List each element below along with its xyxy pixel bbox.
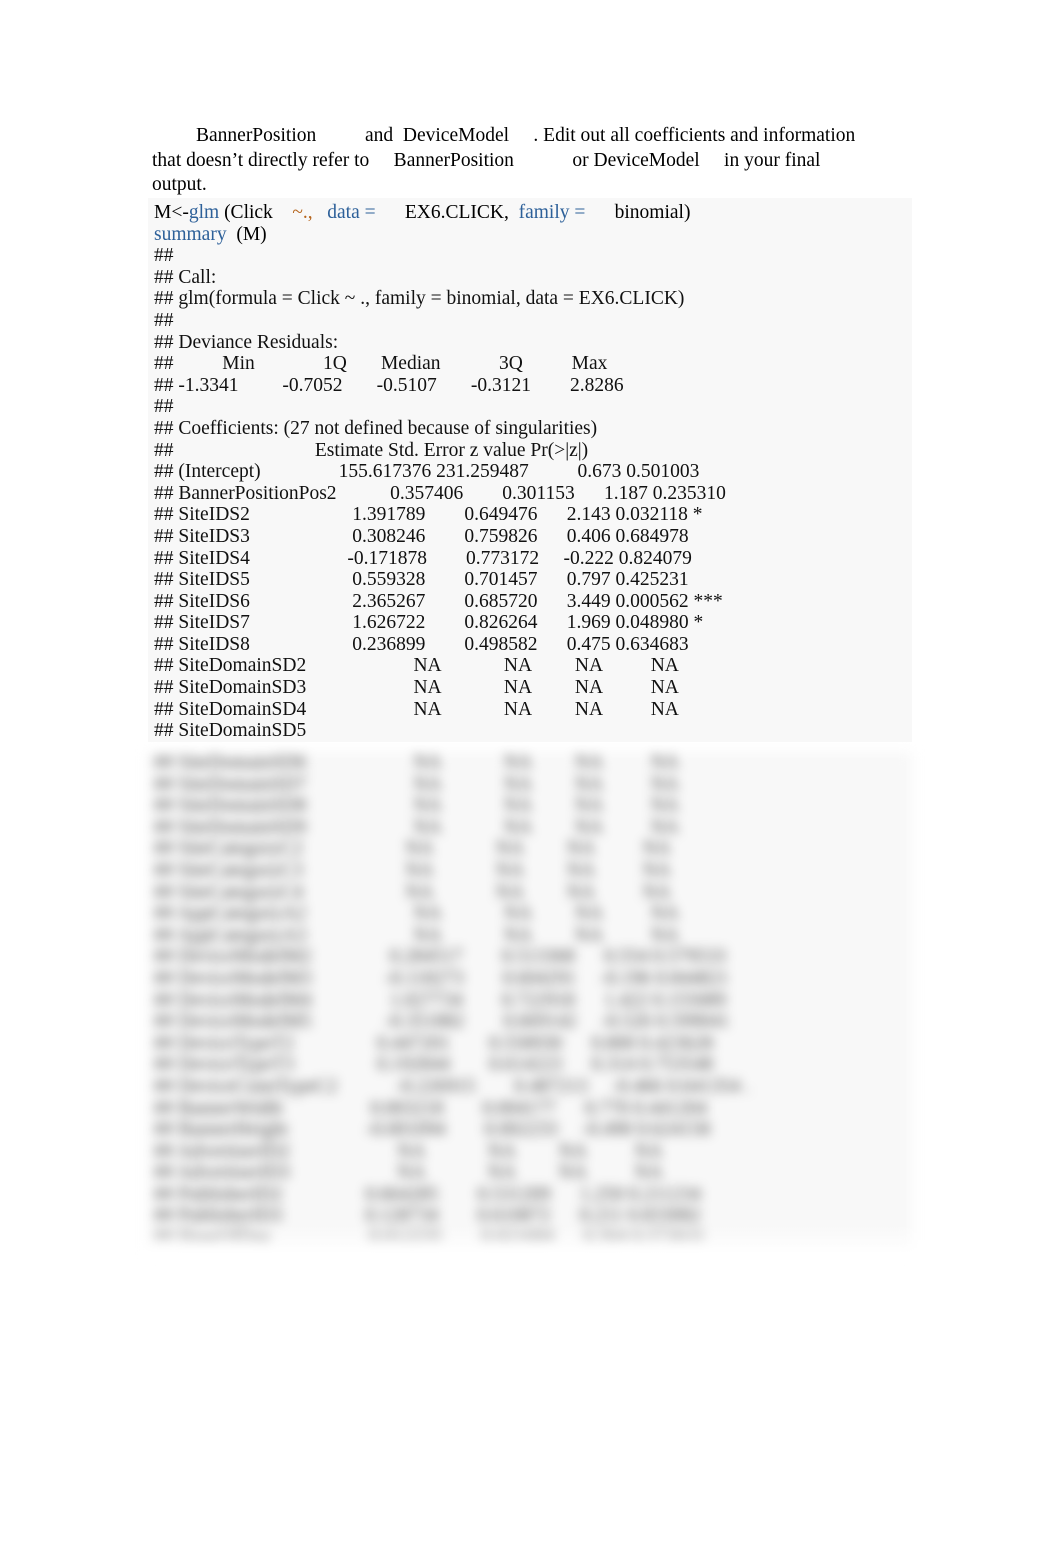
redacted-row: ## SiteCategoryC4 NA NA NA NA (154, 881, 671, 903)
redacted-row: ## SiteDomainSD7 NA NA NA NA (154, 773, 679, 795)
redacted-row: ## SiteCategoryC2 NA NA NA NA (154, 838, 671, 860)
coefficient-row-sitedomainsd4: ## SiteDomainSD4 NA NA NA NA (154, 698, 679, 720)
redacted-row: ## DeviceModelM3 -0.118273 0.604291 -0.1… (154, 967, 729, 989)
output-line: ## (154, 396, 179, 418)
redacted-row: ## AppCategoryA3 NA NA NA NA (154, 924, 679, 946)
redacted-row: ## SiteDomainSD6 NA NA NA NA (154, 752, 679, 773)
redacted-row: ## DeviceModelM4 1.027734 0.722918 1.422… (154, 989, 726, 1011)
glm-arg-click: (Click (219, 202, 293, 223)
coefficient-row-siteids8: ## SiteIDS8 0.236899 0.498582 0.475 0.63… (154, 633, 689, 655)
output-line-call-formula: ## glm(formula = Click ~ ., family = bin… (154, 288, 685, 310)
coefficient-row-siteids2: ## SiteIDS2 1.391789 0.649476 2.143 0.03… (154, 504, 703, 526)
redacted-row: ## DeviceConnTypeC2 -0.226915 0.487213 -… (154, 1075, 751, 1097)
redacted-row: ## SiteCategoryC3 NA NA NA NA (154, 859, 671, 881)
redacted-row: ## AdvertiserID3 NA NA NA NA (154, 1162, 663, 1184)
redacted-row: ## DeviceTypeT2 0.447201 0.558930 0.800 … (154, 1032, 714, 1054)
output-line-call-header: ## Call: (154, 266, 217, 288)
redacted-row: ## HourOfDay 0.012235 0.021684 0.564 0.5… (154, 1227, 706, 1249)
coefficient-row-siteids3: ## SiteIDS3 0.308246 0.759826 0.406 0.68… (154, 525, 689, 547)
assignment-operator: M<- (154, 202, 189, 223)
output-line: ## (154, 309, 179, 331)
redacted-row: ## DeviceModelM2 0.284517 0.513368 0.554… (154, 946, 726, 968)
output-line: ## (154, 245, 179, 267)
redacted-row: ## PublisherID2 0.664285 0.531209 1.250 … (154, 1183, 701, 1205)
formula-operator: ~., (292, 202, 313, 223)
summary-argument: (M) (226, 223, 267, 245)
data-argument-keyword: data = (327, 202, 381, 223)
coefficient-row-siteids6: ## SiteIDS6 2.365267 0.685720 3.449 0.00… (154, 590, 723, 612)
redacted-row: ## AdvertiserID2 NA NA NA NA (154, 1140, 663, 1162)
coefficient-row-siteids7: ## SiteIDS7 1.626722 0.826264 1.969 0.04… (154, 612, 704, 634)
data-argument-value: EX6.CLICK, (380, 202, 519, 223)
redacted-row: ## DeviceModelM5 -0.351882 0.669142 -0.5… (154, 1011, 730, 1033)
coefficient-row-sitedomainsd2: ## SiteDomainSD2 NA NA NA NA (154, 655, 679, 677)
coefficient-row-siteids4: ## SiteIDS4 -0.171878 0.773172 -0.222 0.… (154, 547, 692, 569)
gap-1 (313, 202, 328, 223)
coefficient-row-sitedomainsd5: ## SiteDomainSD5 (154, 720, 307, 742)
family-argument-keyword: family = (518, 202, 591, 223)
summary-function-keyword: summary (154, 223, 227, 245)
intro-line-2: that doesn’t directly refer to BannerPos… (152, 149, 821, 171)
source-code-line-2[interactable]: summary (M) (154, 224, 912, 246)
coefficient-row-sitedomainsd3: ## SiteDomainSD3 NA NA NA NA (154, 677, 679, 699)
output-line-deviance-header: ## Deviance Residuals: (154, 331, 339, 353)
output-line-deviance-values: ## -1.3341 -0.7052 -0.5107 -0.3121 2.828… (154, 374, 624, 396)
redacted-row: ## SiteDomainSD9 NA NA NA NA (154, 816, 679, 838)
output-line-coefficients-header: ## Coefficients: (27 not defined because… (154, 417, 598, 439)
intro-paragraph: BannerPosition and DeviceModel . Edit ou… (152, 124, 880, 198)
redacted-row: ## BannerHeight -0.001094 0.002233 -0.49… (154, 1119, 711, 1141)
redacted-row: ## DeviceTypeT3 0.192844 0.614223 0.314 … (154, 1054, 714, 1076)
redacted-row: ## BannerWidth 0.003218 0.004177 0.770 0… (154, 1097, 707, 1119)
intro-line-3: output. (152, 174, 207, 196)
coefficient-row-siteids5: ## SiteIDS5 0.559328 0.701457 0.797 0.42… (154, 569, 689, 591)
redacted-row: ## PublisherID3 0.128734 0.610872 0.211 … (154, 1205, 701, 1227)
redacted-row: ## SiteDomainSD8 NA NA NA NA (154, 795, 679, 817)
code-output-block: M<-glm (Click ~., data = EX6.CLICK, fami… (148, 198, 912, 742)
family-argument-value: binomial) (590, 202, 691, 223)
intro-line-1: BannerPosition and DeviceModel . Edit ou… (196, 125, 856, 146)
source-code-line-1[interactable]: M<-glm (Click ~., data = EX6.CLICK, fami… (154, 202, 912, 224)
redacted-output-region: ## SiteDomainSD6 NA NA NA NA ## SiteDoma… (148, 752, 912, 1252)
coefficient-row-bannerpositionpos2: ## BannerPositionPos2 0.357406 0.301153 … (154, 482, 726, 504)
output-line-deviance-colnames: ## Min 1Q Median 3Q Max (154, 353, 608, 375)
output-line-coefficients-colnames: ## Estimate Std. Error z value Pr(>|z|) (154, 439, 589, 461)
redacted-row: ## AppCategoryA2 NA NA NA NA (154, 903, 679, 925)
glm-function-keyword: glm (188, 202, 220, 223)
coefficient-row-intercept: ## (Intercept) 155.617376 231.259487 0.6… (154, 461, 700, 483)
